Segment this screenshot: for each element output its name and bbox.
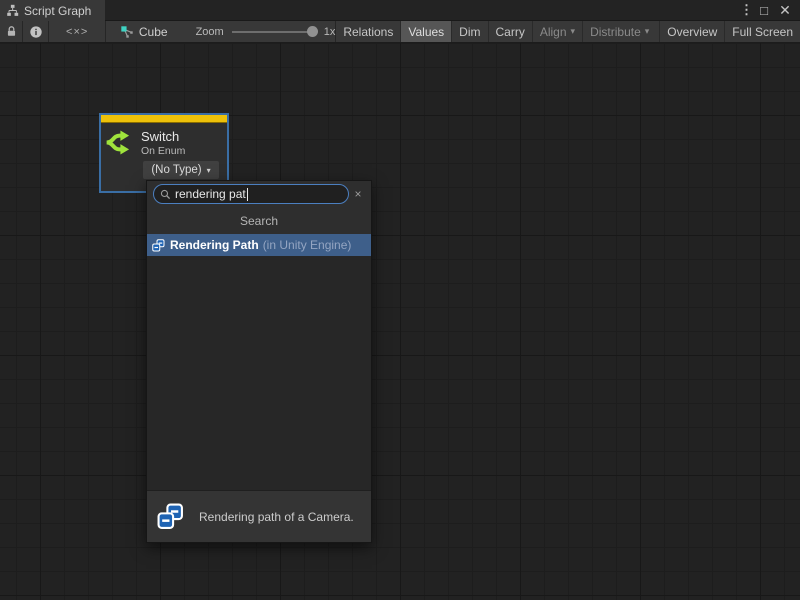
graph-hierarchy-icon bbox=[6, 4, 19, 17]
fullscreen-button[interactable]: Full Screen bbox=[724, 21, 800, 42]
chevron-down-icon: ▾ bbox=[645, 26, 650, 37]
node-subtitle: On Enum bbox=[141, 145, 185, 157]
zoom-slider[interactable] bbox=[232, 31, 316, 33]
tab-bar: Script Graph ⋮ □ ✕ bbox=[0, 0, 800, 21]
search-icon bbox=[160, 189, 171, 200]
maximize-icon[interactable]: □ bbox=[757, 3, 771, 18]
tab-script-graph[interactable]: Script Graph bbox=[0, 0, 105, 21]
window-controls: ⋮ □ ✕ bbox=[740, 0, 800, 20]
chevron-down-icon: ▾ bbox=[207, 166, 211, 175]
graph-owner-label: Cube bbox=[139, 25, 168, 39]
code-preview-button[interactable]: <×> bbox=[49, 21, 105, 42]
node-titles: Switch On Enum bbox=[141, 129, 185, 157]
relations-button[interactable]: Relations bbox=[336, 21, 400, 42]
values-button[interactable]: Values bbox=[400, 21, 451, 42]
result-name: Rendering Path bbox=[170, 238, 259, 252]
enum-type-dropdown[interactable]: (No Type) ▾ bbox=[143, 161, 219, 179]
node-header: Switch On Enum bbox=[101, 123, 227, 158]
result-description: Rendering path of a Camera. bbox=[199, 510, 354, 524]
result-row-rendering-path[interactable]: Rendering Path (in Unity Engine) bbox=[147, 234, 371, 256]
search-query-text: rendering pat bbox=[175, 187, 246, 201]
info-icon bbox=[29, 25, 43, 39]
align-button[interactable]: Align ▾ bbox=[532, 21, 582, 42]
zoom-control: Zoom 1x bbox=[196, 26, 336, 38]
search-input[interactable]: rendering pat bbox=[153, 184, 349, 204]
tabbar-spacer bbox=[105, 0, 740, 20]
info-button[interactable] bbox=[23, 21, 49, 42]
chevron-down-icon: ▾ bbox=[571, 26, 576, 37]
switch-branch-icon bbox=[104, 127, 135, 158]
graph-toolbar: <×> Cube Zoom 1x bbox=[0, 21, 800, 43]
enum-icon-large bbox=[157, 503, 184, 530]
zoom-slider-knob[interactable] bbox=[307, 26, 318, 37]
enum-icon bbox=[152, 239, 165, 252]
code-icon: <×> bbox=[66, 26, 88, 38]
result-context: (in Unity Engine) bbox=[263, 238, 352, 252]
zoom-value: 1x bbox=[324, 26, 336, 38]
zoom-label: Zoom bbox=[196, 26, 224, 38]
text-caret bbox=[247, 188, 248, 201]
toolbar-toggles: Relations Values Dim Carry Align ▾ Distr… bbox=[336, 21, 800, 42]
overview-button[interactable]: Overview bbox=[659, 21, 724, 42]
graph-node-icon bbox=[120, 25, 134, 39]
results-list-empty-area bbox=[147, 256, 371, 490]
distribute-button[interactable]: Distribute ▾ bbox=[582, 21, 656, 42]
finder-section-header: Search bbox=[147, 207, 371, 234]
graph-owner[interactable]: Cube bbox=[120, 25, 168, 39]
node-title: Switch bbox=[141, 129, 185, 144]
node-warning-bar bbox=[101, 115, 227, 123]
search-row: rendering pat × bbox=[147, 181, 371, 207]
close-icon[interactable]: ✕ bbox=[778, 2, 792, 19]
toolbar-middle: Cube Zoom 1x bbox=[106, 21, 336, 42]
carry-button[interactable]: Carry bbox=[488, 21, 532, 42]
finder-footer: Rendering path of a Camera. bbox=[147, 490, 371, 542]
tab-title: Script Graph bbox=[24, 4, 91, 18]
dim-button[interactable]: Dim bbox=[451, 21, 487, 42]
lock-button[interactable] bbox=[0, 21, 23, 42]
script-graph-window: Script Graph ⋮ □ ✕ bbox=[0, 0, 800, 600]
lock-icon bbox=[5, 25, 18, 38]
fuzzy-finder-popup: rendering pat × Search Rendering Path (i… bbox=[146, 180, 372, 543]
window-menu-icon[interactable]: ⋮ bbox=[740, 2, 750, 18]
clear-search-icon[interactable]: × bbox=[349, 187, 367, 201]
